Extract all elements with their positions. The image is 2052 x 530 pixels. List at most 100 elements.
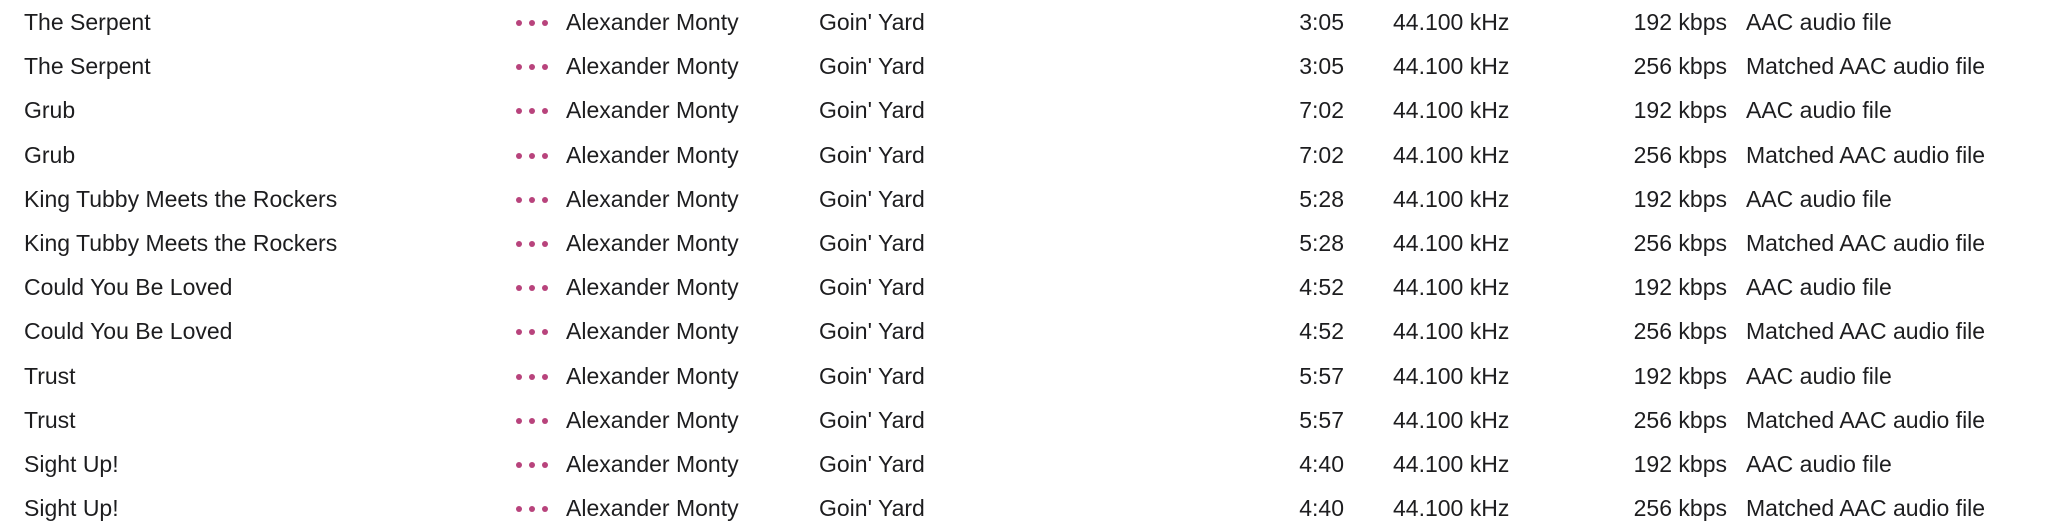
song-row[interactable]: Sight Up! Alexander Monty Goin' Yard 4:4… — [0, 486, 2052, 530]
song-artist: Alexander Monty — [566, 362, 739, 389]
song-bit-rate: 256 kbps — [1633, 141, 1727, 168]
song-artist: Alexander Monty — [566, 495, 739, 522]
song-kind: AAC audio file — [1746, 9, 1892, 35]
song-row[interactable]: Grub Alexander Monty Goin' Yard 7:02 44.… — [0, 133, 2052, 177]
song-sample-rate: 44.100 kHz — [1393, 141, 1510, 168]
song-artist: Alexander Monty — [566, 406, 739, 433]
more-options-icon[interactable] — [514, 177, 550, 221]
song-kind: Matched AAC audio file — [1746, 406, 1986, 433]
more-options-icon[interactable] — [514, 486, 550, 530]
song-artist: Alexander Monty — [566, 53, 739, 80]
song-sample-rate: 44.100 kHz — [1393, 9, 1510, 35]
more-options-icon[interactable] — [514, 354, 550, 398]
song-album: Goin' Yard — [819, 185, 925, 212]
song-bit-rate: 192 kbps — [1633, 362, 1727, 389]
song-time: 5:28 — [1299, 229, 1344, 256]
song-bit-rate: 192 kbps — [1633, 97, 1727, 124]
song-title: Trust — [24, 406, 76, 433]
song-time: 4:52 — [1299, 274, 1344, 301]
song-album: Goin' Yard — [819, 362, 925, 389]
song-sample-rate: 44.100 kHz — [1393, 274, 1510, 301]
song-time: 4:40 — [1299, 495, 1344, 522]
song-artist: Alexander Monty — [566, 318, 739, 345]
song-title: King Tubby Meets the Rockers — [24, 229, 338, 256]
song-time: 5:57 — [1299, 406, 1344, 433]
song-row[interactable]: Sight Up! Alexander Monty Goin' Yard 4:4… — [0, 442, 2052, 486]
song-time: 5:28 — [1299, 185, 1344, 212]
more-options-icon[interactable] — [514, 442, 550, 486]
song-title: Sight Up! — [24, 450, 119, 477]
song-time: 5:57 — [1299, 362, 1344, 389]
song-bit-rate: 256 kbps — [1633, 495, 1727, 522]
song-sample-rate: 44.100 kHz — [1393, 97, 1510, 124]
song-bit-rate: 192 kbps — [1633, 274, 1727, 301]
song-bit-rate: 192 kbps — [1633, 450, 1727, 477]
more-options-icon[interactable] — [514, 133, 550, 177]
song-album: Goin' Yard — [819, 274, 925, 301]
song-title: Trust — [24, 362, 76, 389]
more-options-icon[interactable] — [514, 44, 550, 88]
song-sample-rate: 44.100 kHz — [1393, 53, 1510, 80]
song-row[interactable]: Trust Alexander Monty Goin' Yard 5:57 44… — [0, 354, 2052, 398]
song-album: Goin' Yard — [819, 229, 925, 256]
song-kind: Matched AAC audio file — [1746, 495, 1986, 522]
song-title: The Serpent — [24, 9, 151, 35]
more-options-icon[interactable] — [514, 88, 550, 132]
more-options-icon[interactable] — [514, 221, 550, 265]
song-album: Goin' Yard — [819, 318, 925, 345]
song-artist: Alexander Monty — [566, 97, 739, 124]
song-kind: Matched AAC audio file — [1746, 141, 1986, 168]
song-title: Grub — [24, 97, 76, 124]
song-sample-rate: 44.100 kHz — [1393, 318, 1510, 345]
song-sample-rate: 44.100 kHz — [1393, 362, 1510, 389]
song-kind: Matched AAC audio file — [1746, 53, 1986, 80]
song-row[interactable]: The Serpent Alexander Monty Goin' Yard 3… — [0, 0, 2052, 44]
song-kind: Matched AAC audio file — [1746, 229, 1986, 256]
song-title: King Tubby Meets the Rockers — [24, 185, 338, 212]
song-album: Goin' Yard — [819, 495, 925, 522]
song-sample-rate: 44.100 kHz — [1393, 229, 1510, 256]
song-time: 3:05 — [1299, 9, 1344, 35]
song-sample-rate: 44.100 kHz — [1393, 450, 1510, 477]
song-time: 4:52 — [1299, 318, 1344, 345]
song-row[interactable]: Could You Be Loved Alexander Monty Goin'… — [0, 309, 2052, 353]
song-kind: AAC audio file — [1746, 97, 1892, 124]
song-album: Goin' Yard — [819, 406, 925, 433]
song-row[interactable]: The Serpent Alexander Monty Goin' Yard 3… — [0, 44, 2052, 88]
song-time: 4:40 — [1299, 450, 1344, 477]
song-artist: Alexander Monty — [566, 450, 739, 477]
song-album: Goin' Yard — [819, 450, 925, 477]
more-options-icon[interactable] — [514, 265, 550, 309]
song-time: 3:05 — [1299, 53, 1344, 80]
song-bit-rate: 192 kbps — [1633, 185, 1727, 212]
song-row[interactable]: King Tubby Meets the Rockers Alexander M… — [0, 177, 2052, 221]
song-sample-rate: 44.100 kHz — [1393, 185, 1510, 212]
song-album: Goin' Yard — [819, 53, 925, 80]
song-album: Goin' Yard — [819, 9, 925, 35]
song-title: Could You Be Loved — [24, 274, 233, 301]
more-options-icon[interactable] — [514, 398, 550, 442]
song-artist: Alexander Monty — [566, 229, 739, 256]
song-row[interactable]: Trust Alexander Monty Goin' Yard 5:57 44… — [0, 398, 2052, 442]
song-artist: Alexander Monty — [566, 9, 739, 35]
song-title: Grub — [24, 141, 76, 168]
song-bit-rate: 256 kbps — [1633, 406, 1727, 433]
song-kind: AAC audio file — [1746, 185, 1892, 212]
song-kind: Matched AAC audio file — [1746, 318, 1986, 345]
song-title: The Serpent — [24, 53, 151, 80]
song-kind: AAC audio file — [1746, 362, 1892, 389]
song-artist: Alexander Monty — [566, 185, 739, 212]
more-options-icon[interactable] — [514, 0, 550, 44]
song-row[interactable]: Could You Be Loved Alexander Monty Goin'… — [0, 265, 2052, 309]
song-bit-rate: 256 kbps — [1633, 318, 1727, 345]
song-sample-rate: 44.100 kHz — [1393, 406, 1510, 433]
song-bit-rate: 192 kbps — [1633, 9, 1727, 35]
song-title: Sight Up! — [24, 495, 119, 522]
song-row[interactable]: King Tubby Meets the Rockers Alexander M… — [0, 221, 2052, 265]
song-artist: Alexander Monty — [566, 141, 739, 168]
more-options-icon[interactable] — [514, 309, 550, 353]
song-time: 7:02 — [1299, 97, 1344, 124]
song-row[interactable]: Grub Alexander Monty Goin' Yard 7:02 44.… — [0, 88, 2052, 132]
song-album: Goin' Yard — [819, 97, 925, 124]
song-artist: Alexander Monty — [566, 274, 739, 301]
